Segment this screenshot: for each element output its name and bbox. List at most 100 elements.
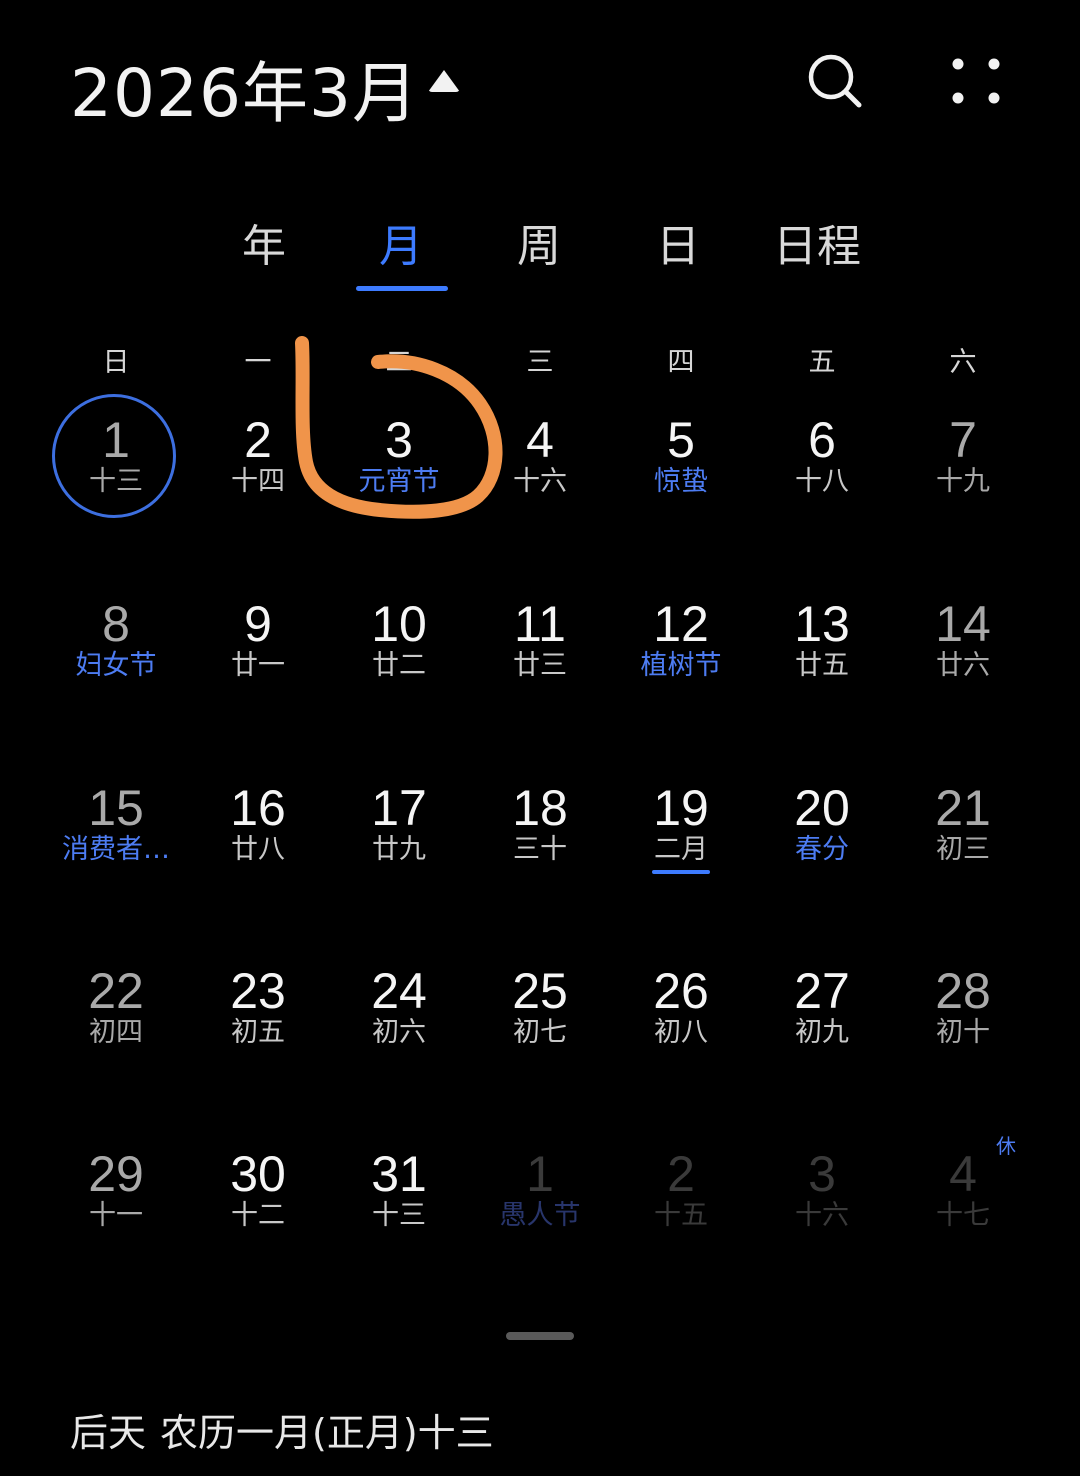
festival-label: 惊蛰 bbox=[654, 466, 708, 497]
day-number: 20 bbox=[794, 780, 850, 836]
festival-label: 消费者… bbox=[62, 834, 170, 865]
day-cell[interactable]: 4 十七 bbox=[898, 1146, 1028, 1276]
lunar-date-label: 十三 bbox=[372, 1200, 426, 1231]
day-number: 18 bbox=[512, 780, 568, 836]
day-cell[interactable]: 28 初十 bbox=[898, 963, 1028, 1093]
day-cell[interactable]: 22 初四 bbox=[51, 963, 181, 1093]
lunar-date-label: 初八 bbox=[654, 1017, 708, 1048]
day-cell[interactable]: 20 春分 bbox=[757, 780, 887, 910]
day-number: 30 bbox=[230, 1146, 286, 1202]
day-cell[interactable]: 31 十三 bbox=[334, 1146, 464, 1276]
day-cell[interactable]: 18 三十 bbox=[475, 780, 605, 910]
day-number: 13 bbox=[794, 596, 850, 652]
lunar-date-label: 廿二 bbox=[372, 650, 426, 681]
day-number: 29 bbox=[88, 1146, 144, 1202]
lunar-month-start-indicator bbox=[652, 870, 710, 874]
day-cell[interactable]: 24 初六 bbox=[334, 963, 464, 1093]
lunar-date-label: 廿九 bbox=[372, 834, 426, 865]
day-number: 9 bbox=[244, 596, 272, 652]
lunar-date-label: 廿一 bbox=[231, 650, 285, 681]
day-cell[interactable]: 26 初八 bbox=[616, 963, 746, 1093]
festival-label: 春分 bbox=[795, 834, 849, 865]
day-number: 15 bbox=[88, 780, 144, 836]
lunar-date-label: 初九 bbox=[795, 1017, 849, 1048]
day-cell[interactable]: 2 十五 bbox=[616, 1146, 746, 1276]
day-cell[interactable]: 27 初九 bbox=[757, 963, 887, 1093]
day-cell[interactable]: 21 初三 bbox=[898, 780, 1028, 910]
day-number: 11 bbox=[514, 596, 566, 652]
day-cell[interactable]: 2 十四 bbox=[193, 412, 323, 542]
day-cell[interactable]: 9 廿一 bbox=[193, 596, 323, 726]
day-number: 27 bbox=[794, 963, 850, 1019]
lunar-date-label: 十五 bbox=[654, 1200, 708, 1231]
lunar-date-label: 十九 bbox=[936, 466, 990, 497]
lunar-date-label: 廿八 bbox=[231, 834, 285, 865]
lunar-date-label: 十四 bbox=[231, 466, 285, 497]
day-number: 8 bbox=[102, 596, 130, 652]
festival-label: 元宵节 bbox=[358, 466, 440, 497]
lunar-date-label: 十二 bbox=[231, 1200, 285, 1231]
lunar-date-label: 初六 bbox=[372, 1017, 426, 1048]
festival-label: 植树节 bbox=[640, 650, 722, 681]
day-cell[interactable]: 8 妇女节 bbox=[51, 596, 181, 726]
day-number: 1 bbox=[526, 1146, 554, 1202]
day-number: 7 bbox=[949, 412, 977, 468]
day-number: 21 bbox=[935, 780, 991, 836]
day-number: 23 bbox=[230, 963, 286, 1019]
day-cell[interactable]: 13 廿五 bbox=[757, 596, 887, 726]
lunar-date-label: 廿五 bbox=[795, 650, 849, 681]
day-number: 2 bbox=[667, 1146, 695, 1202]
day-cell[interactable]: 29 十一 bbox=[51, 1146, 181, 1276]
day-cell[interactable]: 14 廿六 bbox=[898, 596, 1028, 726]
day-cell[interactable]: 15 消费者… bbox=[51, 780, 181, 910]
day-number: 14 bbox=[935, 596, 991, 652]
day-cell[interactable]: 16 廿八 bbox=[193, 780, 323, 910]
day-cell[interactable]: 11 廿三 bbox=[475, 596, 605, 726]
day-number: 1 bbox=[102, 412, 130, 468]
lunar-date-label: 十一 bbox=[89, 1200, 143, 1231]
day-number: 17 bbox=[371, 780, 427, 836]
lunar-date-label: 十六 bbox=[795, 1200, 849, 1231]
day-cell[interactable]: 3 十六 bbox=[757, 1146, 887, 1276]
lunar-date-label: 初七 bbox=[513, 1017, 567, 1048]
festival-label: 愚人节 bbox=[499, 1200, 581, 1231]
day-cell[interactable]: 23 初五 bbox=[193, 963, 323, 1093]
day-cell[interactable]: 3 元宵节 bbox=[334, 412, 464, 542]
day-number: 3 bbox=[808, 1146, 836, 1202]
lunar-date-label: 初三 bbox=[936, 834, 990, 865]
day-cell[interactable]: 4 十六 bbox=[475, 412, 605, 542]
day-cell[interactable]: 19 二月 bbox=[616, 780, 746, 910]
day-number: 6 bbox=[808, 412, 836, 468]
day-cell[interactable]: 10 廿二 bbox=[334, 596, 464, 726]
day-number: 31 bbox=[371, 1146, 427, 1202]
day-number: 19 bbox=[653, 780, 709, 836]
relative-day-label: 后天 bbox=[70, 1411, 147, 1455]
day-number: 2 bbox=[244, 412, 272, 468]
lunar-date-label: 十三 bbox=[89, 466, 143, 497]
day-number: 12 bbox=[653, 596, 709, 652]
day-number: 28 bbox=[935, 963, 991, 1019]
lunar-date-label: 初四 bbox=[89, 1017, 143, 1048]
day-number: 10 bbox=[371, 596, 427, 652]
day-number: 22 bbox=[88, 963, 144, 1019]
festival-label: 妇女节 bbox=[75, 650, 157, 681]
day-cell[interactable]: 12 植树节 bbox=[616, 596, 746, 726]
day-number: 26 bbox=[653, 963, 709, 1019]
day-cell[interactable]: 17 廿九 bbox=[334, 780, 464, 910]
day-cell[interactable]: 6 十八 bbox=[757, 412, 887, 542]
day-number: 24 bbox=[371, 963, 427, 1019]
drag-handle[interactable] bbox=[506, 1332, 574, 1340]
day-number: 5 bbox=[667, 412, 695, 468]
holiday-rest-badge: 休 bbox=[996, 1134, 1016, 1158]
day-cell[interactable]: 25 初七 bbox=[475, 963, 605, 1093]
lunar-date-label: 初五 bbox=[231, 1017, 285, 1048]
day-cell[interactable]: 1 愚人节 bbox=[475, 1146, 605, 1276]
day-number: 25 bbox=[512, 963, 568, 1019]
day-cell[interactable]: 5 惊蛰 bbox=[616, 412, 746, 542]
lunar-date-label: 廿六 bbox=[936, 650, 990, 681]
month-grid: 1 十三 2 十四 3 元宵节 4 十六 5 惊蛰 6 十八 7 十九 8 妇女节 9 廿一 10 廿二 11 廿三 12 植… bbox=[0, 0, 1080, 1476]
day-cell[interactable]: 1 十三 bbox=[51, 412, 181, 542]
day-cell[interactable]: 7 十九 bbox=[898, 412, 1028, 542]
lunar-date-label: 十八 bbox=[795, 466, 849, 497]
day-cell[interactable]: 30 十二 bbox=[193, 1146, 323, 1276]
